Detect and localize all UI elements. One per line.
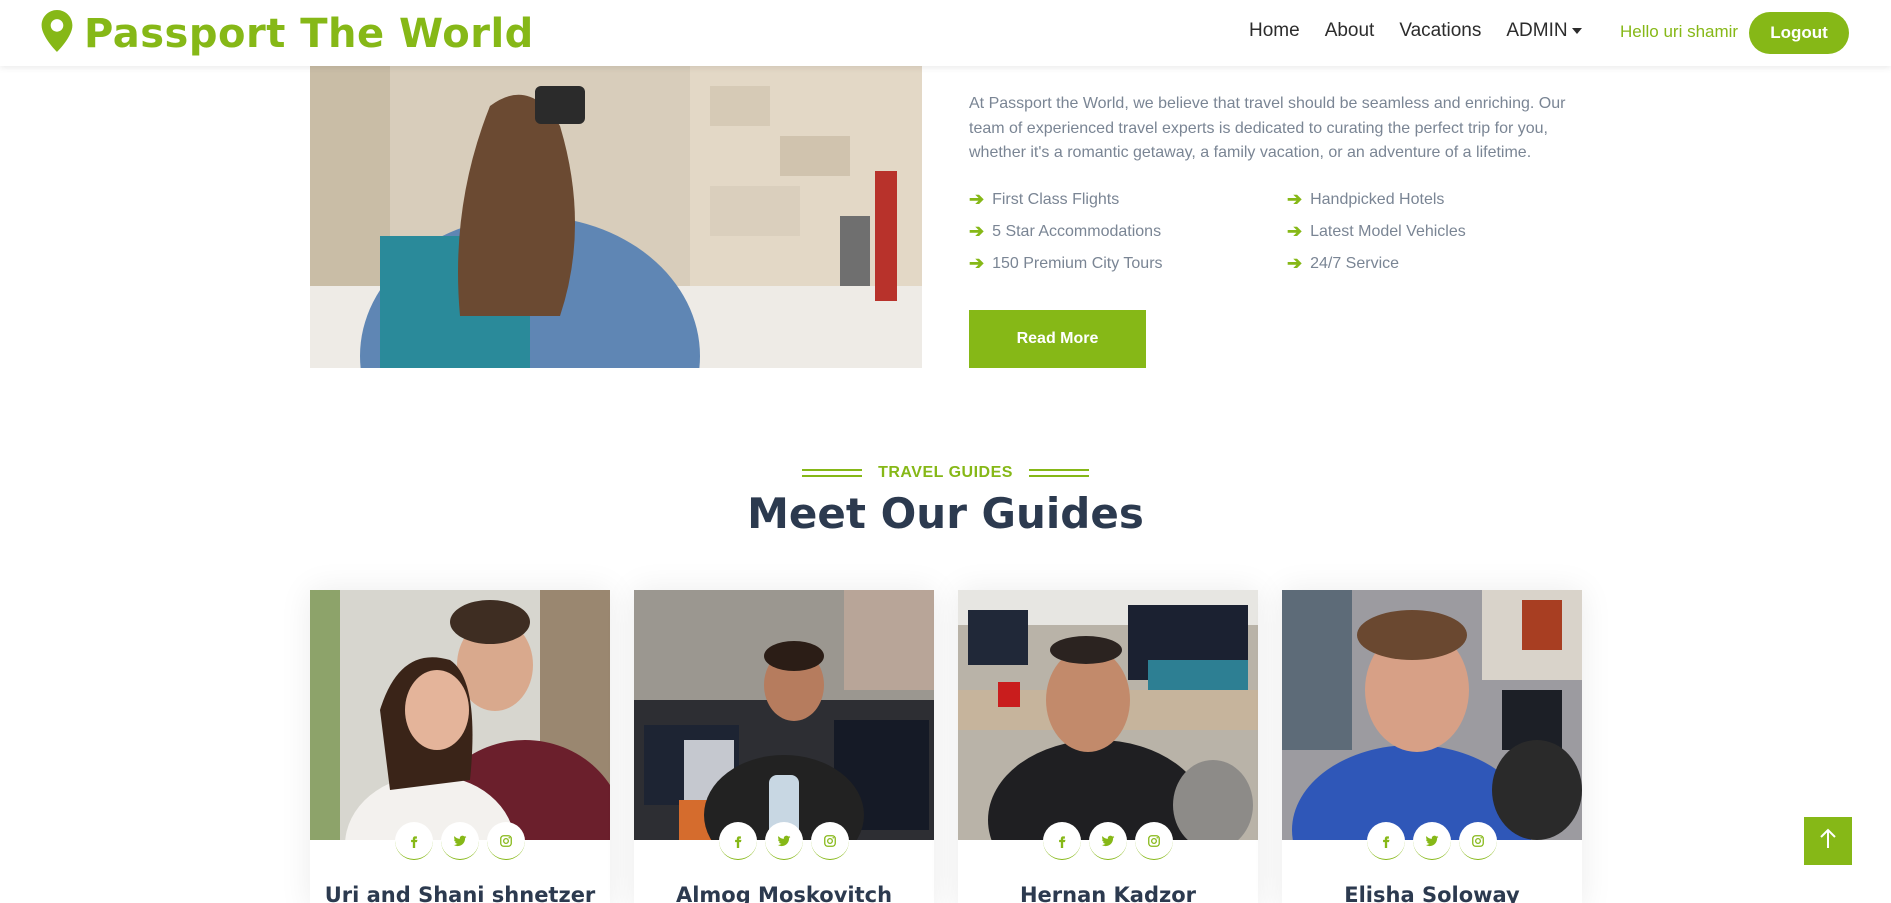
feature-label: Latest Model Vehicles: [1310, 222, 1466, 240]
feature-item: ➔ Handpicked Hotels: [1287, 189, 1444, 210]
feature-label: Handpicked Hotels: [1310, 190, 1445, 208]
arrow-right-icon: ➔: [1287, 253, 1303, 273]
feature-item: ➔ 150 Premium City Tours: [969, 253, 1163, 274]
facebook-icon[interactable]: [719, 822, 757, 860]
instagram-icon[interactable]: [487, 822, 525, 860]
guide-card: [1282, 590, 1582, 903]
nav-vacations[interactable]: Vacations: [1399, 20, 1481, 42]
arrow-up-icon: [1819, 828, 1837, 855]
brand-link[interactable]: Passport The World: [40, 10, 534, 57]
twitter-icon[interactable]: [1413, 822, 1451, 860]
twitter-icon[interactable]: [765, 822, 803, 860]
nav-home[interactable]: Home: [1249, 20, 1300, 42]
guide-name: Elisha Soloway: [1344, 883, 1520, 903]
facebook-icon[interactable]: [1367, 822, 1405, 860]
arrow-right-icon: ➔: [1287, 189, 1303, 209]
decorative-line: [802, 469, 863, 477]
instagram-icon[interactable]: [1135, 822, 1173, 860]
twitter-icon[interactable]: [1089, 822, 1127, 860]
user-greeting: Hello uri shamir: [1620, 22, 1739, 41]
guide-name: Almog Moskovitch: [675, 883, 893, 903]
nav-menu: Home About Vacations ADMIN: [1249, 20, 1607, 42]
arrow-right-icon: ➔: [969, 189, 985, 209]
nav-admin-label: ADMIN: [1506, 20, 1568, 41]
about-paragraph: At Passport the World, we believe that t…: [969, 95, 1566, 161]
social-links: [1282, 822, 1582, 860]
guide-photo: [958, 590, 1258, 840]
back-to-top-button[interactable]: [1804, 817, 1852, 865]
facebook-icon[interactable]: [1043, 822, 1081, 860]
feature-label: 150 Premium City Tours: [992, 254, 1163, 272]
navbar: Passport The World Home About Vacations …: [0, 0, 1891, 66]
about-photo: [310, 66, 922, 368]
section-label-text: TRAVEL GUIDES: [878, 464, 1013, 481]
feature-item: ➔ Latest Model Vehicles: [1287, 221, 1466, 242]
guide-name: Uri and Shani shnetzer: [324, 883, 596, 903]
arrow-right-icon: ➔: [969, 253, 985, 273]
brand-name: Passport The World: [84, 10, 534, 57]
section-title: Meet Our Guides: [747, 489, 1144, 538]
guide-photo: [634, 590, 934, 840]
guide-photo: [1282, 590, 1582, 840]
facebook-icon[interactable]: [395, 822, 433, 860]
feature-item: ➔ 5 Star Accommodations: [969, 221, 1161, 242]
nav-about[interactable]: About: [1325, 20, 1375, 42]
section-label: TRAVEL GUIDES: [0, 464, 1891, 482]
social-links: [634, 822, 934, 860]
decorative-line: [1028, 469, 1089, 477]
feature-item: ➔ First Class Flights: [969, 189, 1119, 210]
instagram-icon[interactable]: [811, 822, 849, 860]
social-links: [958, 822, 1258, 860]
feature-label: 24/7 Service: [1310, 254, 1400, 272]
guide-card: [310, 590, 610, 903]
instagram-icon[interactable]: [1459, 822, 1497, 860]
arrow-right-icon: ➔: [1287, 221, 1303, 241]
feature-label: First Class Flights: [992, 190, 1120, 208]
arrow-right-icon: ➔: [969, 221, 985, 241]
map-pin-icon: [40, 10, 74, 57]
caret-down-icon: [1571, 28, 1582, 34]
social-links: [310, 822, 610, 860]
guide-photo: [310, 590, 610, 840]
read-more-button[interactable]: Read More: [969, 310, 1146, 368]
twitter-icon[interactable]: [441, 822, 479, 860]
logout-button[interactable]: Logout: [1749, 12, 1849, 54]
feature-label: 5 Star Accommodations: [992, 222, 1162, 240]
nav-admin-dropdown[interactable]: ADMIN: [1506, 20, 1582, 42]
guide-name: Hernan Kadzor: [1019, 883, 1197, 903]
guide-card: [958, 590, 1258, 903]
feature-item: ➔ 24/7 Service: [1287, 253, 1399, 274]
guide-card: [634, 590, 934, 903]
